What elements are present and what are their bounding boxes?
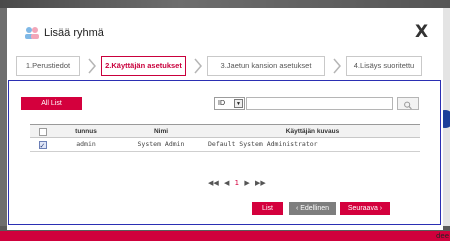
row-description: Default System Administrator — [208, 140, 318, 148]
current-page[interactable]: 1 — [235, 179, 239, 187]
previous-button[interactable]: ‹ Edellinen — [289, 202, 336, 215]
step-basic-info[interactable]: 1.Perustiedot — [16, 56, 80, 76]
step-shared-folder-settings[interactable]: 3.Jaetun kansion asetukset — [207, 56, 325, 76]
row-name: System Admin — [137, 140, 185, 148]
close-button[interactable]: X — [415, 22, 428, 42]
chevron-down-icon[interactable]: ▼ — [234, 99, 243, 108]
search-field-value: ID — [218, 100, 225, 107]
step-completed[interactable]: 4.Lisäys suoritettu — [346, 56, 422, 76]
dialog-title: Lisää ryhmä — [44, 27, 104, 39]
backdrop-top — [0, 0, 450, 8]
search-input[interactable] — [246, 97, 393, 110]
column-header-description[interactable]: Käyttäjän kuvaus — [205, 125, 420, 139]
row-checkbox[interactable] — [38, 140, 47, 153]
table-header-row: tunnus Nimi Käyttäjän kuvaus — [30, 124, 420, 138]
column-header-name[interactable]: Nimi — [117, 125, 205, 139]
table-row[interactable]: admin System Admin Default System Admini… — [30, 138, 420, 153]
column-header-id[interactable]: tunnus — [55, 125, 117, 139]
list-button[interactable]: List — [252, 202, 283, 215]
pagination: ◀◀ ◀ 1 ▶ ▶▶ — [208, 179, 269, 187]
step-arrow-icon — [333, 58, 341, 74]
select-all-checkbox[interactable] — [38, 128, 47, 137]
search-field-select[interactable]: ID ▼ — [214, 97, 245, 110]
search-button[interactable] — [397, 97, 419, 110]
next-page-icon[interactable]: ▶ — [244, 179, 249, 187]
user-table: tunnus Nimi Käyttäjän kuvaus admin Syste… — [30, 124, 420, 153]
next-button[interactable]: Seuraava › — [340, 202, 390, 215]
prev-page-icon[interactable]: ◀ — [224, 179, 229, 187]
dialog-header: Lisää ryhmä X — [7, 8, 443, 54]
step-arrow-icon — [194, 58, 202, 74]
step-user-settings[interactable]: 2.Käyttäjän asetukset — [101, 56, 186, 76]
select-all-cell — [30, 125, 55, 139]
row-id: admin — [76, 140, 96, 148]
first-page-icon[interactable]: ◀◀ — [208, 179, 219, 187]
all-list-button[interactable]: All List — [21, 97, 82, 110]
group-users-icon — [25, 27, 39, 39]
search-icon — [404, 101, 412, 110]
row-check-cell — [30, 138, 55, 153]
last-page-icon[interactable]: ▶▶ — [255, 179, 266, 187]
step-arrow-icon — [88, 58, 96, 74]
corner-text: dee — [435, 232, 449, 240]
